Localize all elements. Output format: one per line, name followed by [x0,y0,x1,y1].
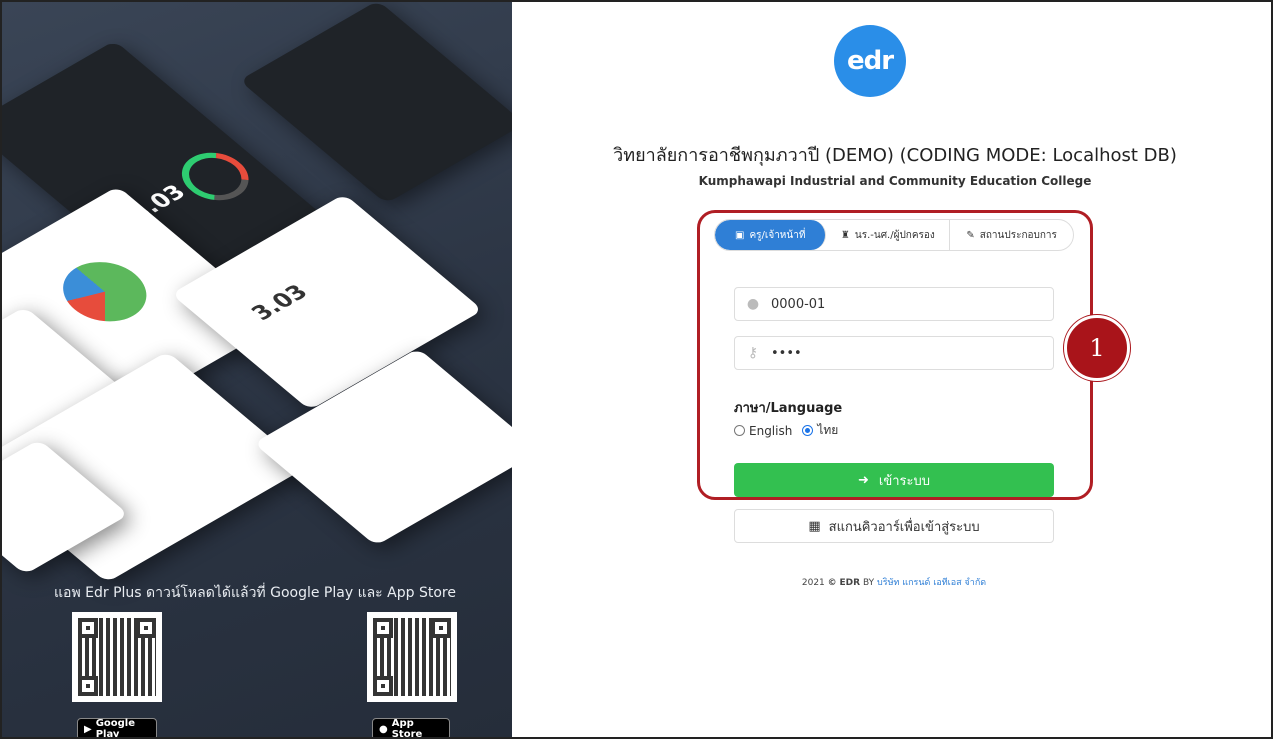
google-play-badge[interactable]: ▶ Google Play [77,718,157,737]
logo-text: edr [846,46,894,76]
apple-icon: ● [379,723,388,735]
footer: 2021 © EDR BY บริษัท แกรนด์ เอทีเอส จำกั… [734,575,1054,589]
footer-brand: EDR [839,578,861,588]
app-screenshot-radar [239,2,512,204]
app-store-qr [367,612,457,702]
screenshot-stat: 3.03 [246,280,314,326]
promo-caption: แอพ Edr Plus ดาวน์โหลดได้แล้วที่ Google … [54,585,456,601]
qrcode-icon: ▦ [808,518,821,534]
google-play-qr [72,612,162,702]
app-store-badge[interactable]: ● App Store [372,718,450,737]
edr-logo: edr [834,25,906,97]
footer-by: BY [862,578,875,588]
footer-company-link[interactable]: บริษัท แกรนด์ เอทีเอส จำกัด [877,578,986,588]
org-subtitle: Kumphawapi Industrial and Community Educ… [698,174,1092,188]
qr-login-label: สแกนคิวอาร์เพื่อเข้าสู่ระบบ [828,519,980,535]
app-promo-panel: 3.03 3.03 แอพ Edr Plus ดาวน์โหลดได้แล้วท… [2,2,512,737]
annotation-highlight-box [697,210,1093,500]
org-title: วิทยาลัยการอาชีพกุมภวาปี (DEMO) (CODING … [613,145,1177,166]
qr-login-button[interactable]: ▦ สแกนคิวอาร์เพื่อเข้าสู่ระบบ [734,509,1054,543]
play-icon: ▶ [84,723,92,735]
pie-chart [45,250,164,334]
copyright-symbol: © [827,578,837,588]
app-store-label: App Store [391,718,423,737]
google-play-label: Google Play [95,718,136,737]
annotation-marker: 1 [1064,315,1130,381]
footer-year: 2021 [801,578,825,588]
